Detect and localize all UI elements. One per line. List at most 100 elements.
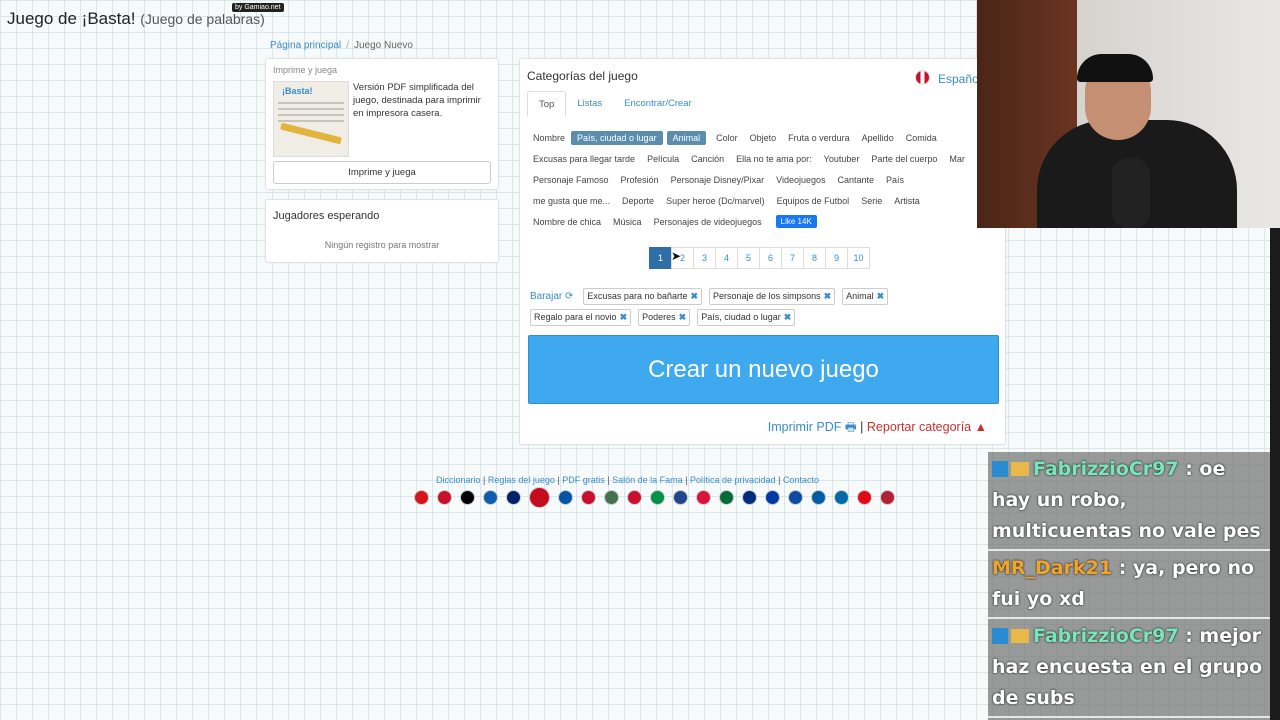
- category-tag[interactable]: Youtuber: [818, 152, 866, 166]
- category-tag[interactable]: Serie: [855, 194, 888, 208]
- chat-message: FabrizzioCr97 : mejor haz encuesta en el…: [988, 619, 1270, 718]
- language-flag-icon[interactable]: [742, 490, 757, 505]
- category-tag[interactable]: Personaje Famoso: [527, 173, 615, 187]
- category-tag[interactable]: Parte del cuerpo: [865, 152, 943, 166]
- category-tag[interactable]: Nombre de chica: [527, 215, 607, 229]
- page-button[interactable]: 7: [781, 247, 804, 269]
- language-flag-icon[interactable]: [558, 490, 573, 505]
- language-flag-icon[interactable]: [765, 490, 780, 505]
- category-tag[interactable]: Ella no te ama por:: [730, 152, 818, 166]
- language-flag-icon[interactable]: [414, 490, 429, 505]
- language-flag-icon[interactable]: [857, 490, 872, 505]
- category-tag[interactable]: Música: [607, 215, 648, 229]
- by-gamiao-badge[interactable]: by Gamiao.net: [232, 3, 284, 12]
- selected-category-chip[interactable]: Personaje de los simpsons ✖: [709, 288, 836, 305]
- language-flag-icon[interactable]: [696, 490, 711, 505]
- page-button[interactable]: 3: [693, 247, 716, 269]
- print-panel-heading: Imprime y juega: [273, 65, 338, 75]
- language-flag-icon[interactable]: [506, 490, 521, 505]
- tab-top[interactable]: Top: [527, 91, 567, 117]
- remove-icon[interactable]: ✖: [691, 291, 699, 301]
- breadcrumb-home-link[interactable]: Página principal: [270, 40, 341, 51]
- no-records-text: Ningún registro para mostrar: [324, 240, 440, 250]
- tab-lists[interactable]: Listas: [566, 91, 613, 117]
- page-button[interactable]: 5: [737, 247, 760, 269]
- page-button[interactable]: 10: [847, 247, 870, 269]
- footer-link[interactable]: Diccionario: [436, 475, 481, 485]
- category-tag[interactable]: Color: [710, 131, 744, 145]
- print-and-play-button[interactable]: Imprime y juega: [273, 161, 491, 184]
- category-tag[interactable]: Apellido: [856, 131, 900, 145]
- remove-icon[interactable]: ✖: [877, 291, 885, 301]
- category-tag[interactable]: Objeto: [744, 131, 783, 145]
- language-flag-icon[interactable]: [788, 490, 803, 505]
- remove-icon[interactable]: ✖: [620, 312, 628, 322]
- category-tag[interactable]: Profesión: [615, 173, 665, 187]
- category-tag[interactable]: Fruta o verdura: [782, 131, 856, 145]
- language-flag-icon[interactable]: [460, 490, 475, 505]
- category-tag[interactable]: Película: [641, 152, 685, 166]
- language-flag-icon[interactable]: [650, 490, 665, 505]
- language-flag-icon[interactable]: [529, 487, 550, 508]
- page-button[interactable]: 6: [759, 247, 782, 269]
- site-title[interactable]: Juego de ¡Basta! (Juego de palabras): [7, 9, 265, 29]
- category-tag[interactable]: Animal: [666, 130, 707, 145]
- create-new-game-button[interactable]: Crear un nuevo juego: [528, 335, 999, 404]
- category-tag[interactable]: Nombre: [527, 131, 571, 145]
- remove-icon[interactable]: ✖: [784, 312, 792, 322]
- category-tag[interactable]: País, ciudad o lugar: [571, 130, 663, 145]
- language-flag-icon[interactable]: [437, 490, 452, 505]
- selected-category-chip[interactable]: Animal ✖: [842, 288, 889, 305]
- basta-logo-icon: ¡Basta!: [282, 86, 313, 96]
- language-flag-icon[interactable]: [719, 490, 734, 505]
- shuffle-button[interactable]: Barajar ⟳: [530, 291, 573, 302]
- language-flag-icon[interactable]: [673, 490, 688, 505]
- report-category-link[interactable]: Reportar categoría ▲: [867, 420, 987, 434]
- pdf-preview-image[interactable]: ¡Basta!: [273, 81, 349, 157]
- category-tag[interactable]: Super heroe (Dc/marvel): [660, 194, 771, 208]
- footer-link[interactable]: PDF gratis: [562, 475, 605, 485]
- category-tag[interactable]: Artista: [888, 194, 926, 208]
- category-tag[interactable]: País: [880, 173, 910, 187]
- facebook-like-button[interactable]: Like 14K: [775, 215, 817, 228]
- footer-link[interactable]: Contacto: [783, 475, 819, 485]
- footer-link[interactable]: Reglas del juego: [488, 475, 555, 485]
- category-tag[interactable]: Equipos de Futbol: [771, 194, 856, 208]
- selected-category-chip[interactable]: País, ciudad o lugar ✖: [697, 309, 796, 326]
- remove-icon[interactable]: ✖: [679, 312, 687, 322]
- category-tag[interactable]: Excusas para llegar tarde: [527, 152, 641, 166]
- language-flag-icon[interactable]: [880, 490, 895, 505]
- selected-category-chip[interactable]: Poderes ✖: [638, 309, 691, 326]
- remove-icon[interactable]: ✖: [824, 291, 832, 301]
- language-flag-icon[interactable]: [581, 490, 596, 505]
- category-tag[interactable]: Canción: [685, 152, 730, 166]
- tab-find-create[interactable]: Encontrar/Crear: [613, 91, 703, 117]
- print-pdf-link[interactable]: Imprimir PDF 🖶: [768, 420, 857, 434]
- footer-link[interactable]: Política de privacidad: [690, 475, 776, 485]
- page-button[interactable]: 1: [649, 247, 672, 269]
- selected-category-chip[interactable]: Regalo para el novio ✖: [530, 309, 632, 326]
- chat-username: FabrizzioCr97: [1033, 625, 1179, 647]
- page-button[interactable]: 4: [715, 247, 738, 269]
- category-tag[interactable]: Cantante: [832, 173, 881, 187]
- category-tag[interactable]: Videojuegos: [770, 173, 831, 187]
- language-flag-icon[interactable]: [834, 490, 849, 505]
- category-tag[interactable]: Personaje Disney/Pixar: [665, 173, 771, 187]
- selected-category-chip[interactable]: Excusas para no bañarte ✖: [583, 288, 703, 305]
- category-tag[interactable]: Comida: [900, 131, 943, 145]
- page-button[interactable]: 9: [825, 247, 848, 269]
- page-button[interactable]: 8: [803, 247, 826, 269]
- language-selector[interactable]: Españo: [915, 70, 979, 86]
- microphone-icon: [1112, 158, 1150, 228]
- category-tag[interactable]: me gusta que me...: [527, 194, 616, 208]
- category-tag[interactable]: Mar: [943, 152, 971, 166]
- warning-icon: ▲: [974, 420, 987, 434]
- category-tag[interactable]: Deporte: [616, 194, 660, 208]
- language-flag-icon[interactable]: [627, 490, 642, 505]
- category-tag-row: Excusas para llegar tarde Película Canción…: [527, 148, 997, 169]
- language-flag-icon[interactable]: [483, 490, 498, 505]
- category-tag[interactable]: Personajes de videojuegos: [648, 215, 768, 229]
- language-flag-icon[interactable]: [604, 490, 619, 505]
- footer-link[interactable]: Salón de la Fama: [612, 475, 683, 485]
- language-flag-icon[interactable]: [811, 490, 826, 505]
